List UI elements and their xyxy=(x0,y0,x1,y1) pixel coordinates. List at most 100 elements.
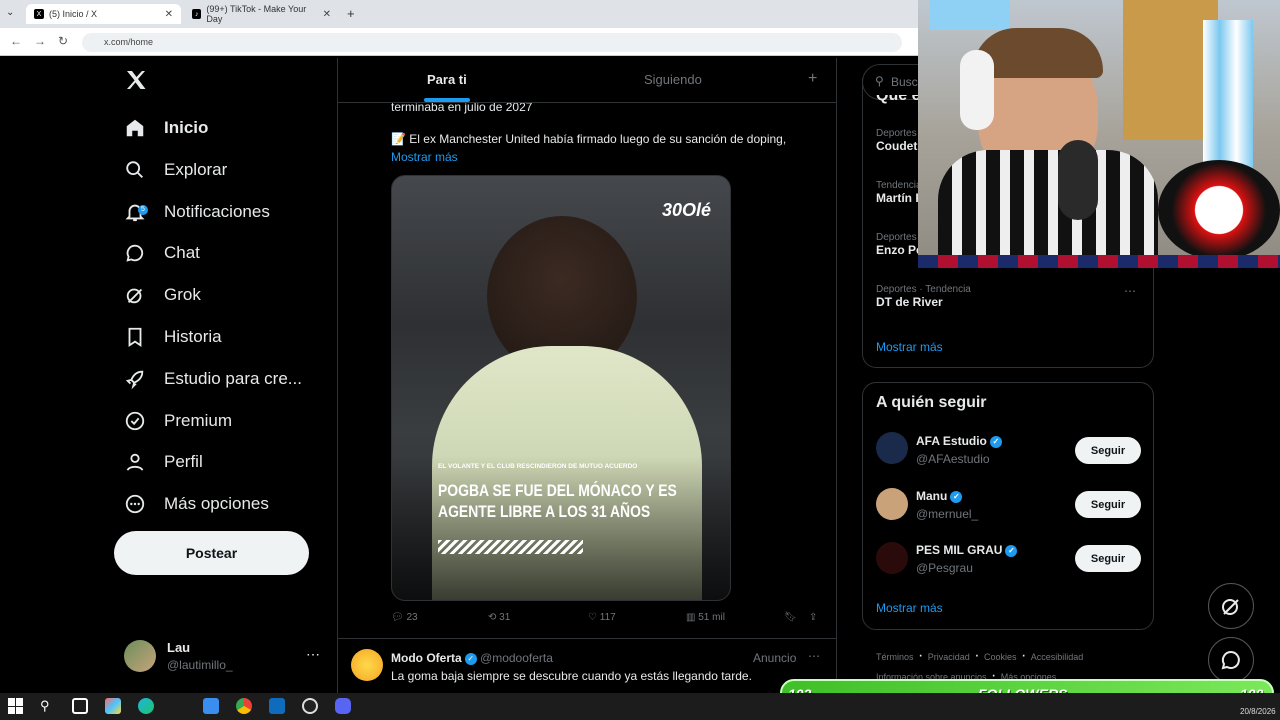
browser-tab-tiktok[interactable]: ♪ (99+) TikTok - Make Your Day ✕ xyxy=(184,4,339,24)
windows-start-icon[interactable] xyxy=(8,698,24,714)
tab-list-button[interactable]: ⌄ xyxy=(6,7,14,18)
avatar[interactable] xyxy=(876,488,908,520)
more-icon[interactable]: ⋯ xyxy=(1124,284,1136,298)
streamer-shirt xyxy=(938,150,1158,268)
sidebar-item-inicio[interactable]: Inicio xyxy=(124,110,208,146)
bookmark-icon[interactable]: 🔖︎ xyxy=(784,612,797,623)
sidebar-item-explorar[interactable]: Explorar xyxy=(124,152,227,188)
trend-item[interactable]: Deportes Enzo Pé xyxy=(876,232,923,257)
ad-label: Anuncio xyxy=(753,651,797,665)
sidebar-item-grok[interactable]: Grok xyxy=(124,277,201,313)
webcam-border xyxy=(918,255,1280,268)
sidebar-item-chat[interactable]: Chat xyxy=(124,235,200,271)
verified-icon: ✓ xyxy=(1005,544,1018,557)
more-icon[interactable]: ⋯ xyxy=(808,649,820,663)
sidebar-item-perfil[interactable]: Perfil xyxy=(124,444,203,480)
image-headline-1: POGBA SE FUE DEL MÓNACO Y ES xyxy=(438,481,677,500)
avatar[interactable] xyxy=(876,542,908,574)
avatar[interactable] xyxy=(351,649,383,681)
tab-para-ti[interactable]: Para ti xyxy=(427,72,467,87)
follow-handle: @Pesgrau xyxy=(916,561,973,575)
mail-icon[interactable] xyxy=(269,698,285,714)
verified-icon xyxy=(125,411,145,431)
url-field[interactable]: x.com/home xyxy=(82,33,902,52)
ad-author-name[interactable]: Modo Oferta xyxy=(391,651,462,665)
obs-icon[interactable] xyxy=(302,698,318,714)
sidebar-item-mas-opciones[interactable]: Más opciones xyxy=(124,486,269,522)
reload-icon[interactable]: ↻ xyxy=(58,34,68,48)
follow-handle: @mernuel_ xyxy=(916,507,979,521)
image-stripes xyxy=(438,540,583,554)
more-icon: ⋯ xyxy=(306,646,320,662)
sidebar-item-historia[interactable]: Historia xyxy=(124,319,222,355)
river-jersey xyxy=(1158,160,1280,260)
discord-icon[interactable] xyxy=(335,698,351,714)
sidebar-item-premium[interactable]: Premium xyxy=(124,403,232,439)
sidebar-item-notificaciones[interactable]: 5 Notificaciones xyxy=(124,194,270,230)
trend-item[interactable]: Deportes · Tendencia DT de River xyxy=(876,284,971,309)
headphones xyxy=(960,50,994,130)
like-button[interactable]: ♡ 117 xyxy=(588,612,616,623)
grok-icon xyxy=(126,288,143,304)
follow-handle: @AFAestudio xyxy=(916,452,990,466)
home-icon xyxy=(126,119,144,137)
trend-item[interactable]: Tendencia Martín P xyxy=(876,180,923,205)
image-shade xyxy=(392,456,730,600)
rocket-icon xyxy=(125,370,144,390)
chat-icon xyxy=(126,244,144,262)
follow-button[interactable]: Seguir xyxy=(1075,437,1141,464)
trend-item[interactable]: Deportes Coudet xyxy=(876,128,917,153)
follow-button[interactable]: Seguir xyxy=(1075,491,1141,518)
grok-float-button[interactable] xyxy=(1208,583,1254,629)
avatar[interactable] xyxy=(876,432,908,464)
notification-badge: 5 xyxy=(138,205,148,215)
x-logo-icon[interactable] xyxy=(124,68,150,94)
reply-button[interactable]: 💬︎ 23 xyxy=(391,612,418,623)
microphone xyxy=(1058,140,1098,220)
edge-icon[interactable] xyxy=(138,698,154,714)
store-icon[interactable] xyxy=(203,698,219,714)
tab-siguiendo[interactable]: Siguiendo xyxy=(644,72,702,87)
follow-name[interactable]: PES MIL GRAU ✓ xyxy=(916,543,1018,557)
ad-header: Modo Oferta ✓ @modooferta xyxy=(391,651,553,665)
copilot-icon[interactable] xyxy=(105,698,121,714)
post-button[interactable]: Postear xyxy=(114,531,309,575)
search-icon xyxy=(126,161,143,178)
chrome-icon[interactable] xyxy=(236,698,252,714)
back-icon[interactable]: ← xyxy=(10,34,22,48)
tweet-actions: 💬︎ 23 ⟲ 31 ♡ 117 ▥ 51 mil 🔖︎ ⇪ xyxy=(391,612,831,628)
views-button[interactable]: ▥ 51 mil xyxy=(686,612,725,623)
grok-icon xyxy=(1222,599,1239,615)
sidebar-item-estudio[interactable]: Estudio para cre... xyxy=(124,361,302,397)
messages-float-button[interactable] xyxy=(1208,637,1254,683)
new-tab-button[interactable]: + xyxy=(347,6,355,21)
follow-button[interactable]: Seguir xyxy=(1075,545,1141,572)
person-icon xyxy=(126,453,144,471)
address-bar-row: ← → ↻ x.com/home xyxy=(0,28,920,56)
ole-logo: 30Olé xyxy=(662,200,712,220)
share-icon[interactable]: ⇪ xyxy=(809,612,817,623)
browser-tab-x[interactable]: X (5) Inicio / X ✕ xyxy=(26,4,181,24)
add-feed-icon[interactable]: + xyxy=(808,70,817,88)
follow-name[interactable]: AFA Estudio ✓ xyxy=(916,434,1002,448)
show-more-link[interactable]: Mostrar más xyxy=(391,150,458,164)
close-tab-icon[interactable]: ✕ xyxy=(323,9,331,20)
taskbar-date: 20/8/2026 xyxy=(1240,707,1276,716)
follow-name[interactable]: Manu ✓ xyxy=(916,489,963,503)
tweet-image[interactable]: 30Olé EL VOLANTE Y EL CLUB RESCINDIERON … xyxy=(391,175,731,601)
verified-icon: ✓ xyxy=(989,435,1002,448)
image-kicker: EL VOLANTE Y EL CLUB RESCINDIERON DE MUT… xyxy=(438,463,638,470)
search-icon[interactable]: ⚲ xyxy=(40,698,50,714)
forward-icon[interactable]: → xyxy=(34,34,46,48)
follow-show-more-link[interactable]: Mostrar más xyxy=(876,601,943,615)
tiktok-favicon-icon: ♪ xyxy=(192,9,202,19)
avatar xyxy=(124,640,156,672)
close-tab-icon[interactable]: ✕ xyxy=(165,9,173,20)
repost-button[interactable]: ⟲ 31 xyxy=(488,612,510,623)
trends-show-more-link[interactable]: Mostrar más xyxy=(876,340,943,354)
account-switcher[interactable]: Lau @lautimillo_ ⋯ xyxy=(124,638,324,678)
bookmark-icon xyxy=(128,327,142,347)
task-view-icon[interactable] xyxy=(72,698,88,714)
verified-icon: ✓ xyxy=(950,490,963,503)
verified-icon: ✓ xyxy=(464,652,477,665)
